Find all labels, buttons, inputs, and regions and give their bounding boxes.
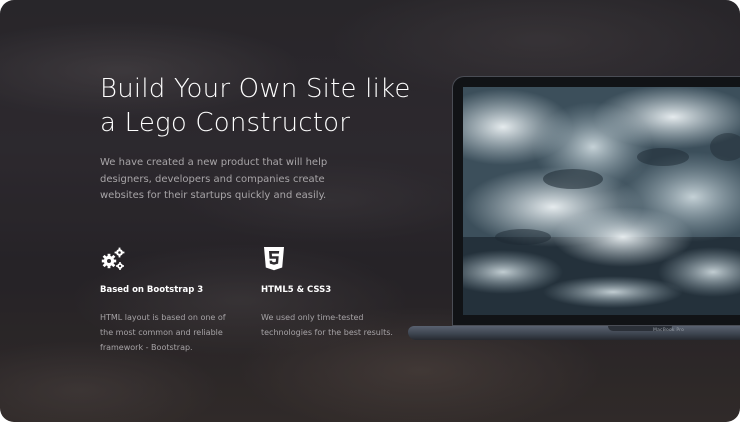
laptop-label: MacBook Pro (653, 328, 685, 333)
feature-title: HTML5 & CSS3 (261, 285, 332, 295)
feature-title: Based on Bootstrap 3 (100, 285, 204, 295)
feature-text: We used only time-tested technologies fo… (261, 313, 393, 337)
laptop-base (408, 326, 740, 340)
feature-bootstrap: Based on Bootstrap 3 HTML layout is base… (100, 246, 240, 355)
hero-section: Build Your Own Site like a Lego Construc… (0, 0, 740, 422)
laptop-mockup: MacBook Pro (408, 76, 740, 346)
hero-title: Build Your Own Site like a Lego Construc… (100, 74, 411, 138)
laptop-screen (463, 87, 740, 315)
html5-icon (264, 247, 284, 271)
feature-text: HTML layout is based on one of the most … (100, 313, 226, 352)
gears-icon (101, 247, 125, 270)
feature-html5: HTML5 & CSS3 We used only time-tested te… (261, 246, 401, 340)
laptop-lid: MacBook Pro (452, 76, 740, 333)
hero-description: We have created a new product that will … (100, 157, 328, 201)
ocean-waves-image (463, 87, 740, 315)
